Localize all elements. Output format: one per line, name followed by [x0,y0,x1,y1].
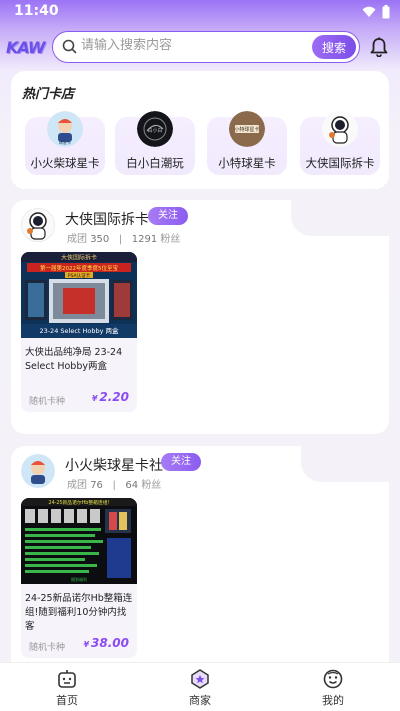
nav-store[interactable]: 商家 [160,669,240,708]
svg-text:PSA认证卡: PSA认证卡 [68,272,91,279]
profile-icon [323,669,343,689]
svg-text:大侠国际拆卡: 大侠国际拆卡 [61,254,97,262]
search-button[interactable]: 搜索 [312,35,356,59]
store-avatar [21,208,55,242]
svg-text:小特球星卡: 小特球星卡 [234,126,259,133]
store-name: 小火柴球星卡社 [65,458,163,474]
product-type: 随机卡种 [29,397,66,407]
status-bar: 11:40 [0,0,400,24]
product-image: 24-25新品诺尔Hb整箱连组! 随到福利 [21,498,137,584]
hot-shop-item[interactable]: 小特球星卡 小特球星卡 [207,111,287,175]
store-name: 大侠国际拆卡 [65,212,149,228]
battery-icon [382,5,390,19]
search-box[interactable]: 搜索 [52,31,360,63]
hot-shop-item[interactable]: 大侠国际拆卡 [300,111,380,175]
bottom-nav: 首页 商家 我的 [0,662,400,711]
shop-avatar: 球星卡 [47,111,83,147]
app-logo: KAW [6,38,46,57]
product-price: ¥38.00 [83,636,129,650]
follow-button[interactable]: 关注 [161,453,201,471]
status-time: 11:40 [14,3,59,19]
hot-shop-item[interactable]: 球星卡 小火柴球星卡 [25,111,105,175]
store-card[interactable]: 大侠国际拆卡 关注 成团 350 | 1291 粉丝 大侠国际拆卡 第一届第20… [11,200,389,434]
svg-text:球星卡: 球星卡 [59,139,71,145]
store-stats: 成团 350 | 1291 粉丝 [67,234,181,245]
svg-text:白小白: 白小白 [147,127,162,134]
hot-shops-title: 热门卡店 [22,83,75,103]
product-title: 24-25新品诺尔Hb整箱连组!随到福利10分钟内找客 [25,593,133,632]
hot-shop-name: 大侠国际拆卡 [305,156,375,170]
svg-text:第一届第2022年度季度5位至宝: 第一届第2022年度季度5位至宝 [40,264,118,272]
store-icon [191,669,209,689]
svg-text:24-25新品诺尔Hb整箱连组!: 24-25新品诺尔Hb整箱连组! [49,499,110,506]
search-icon [62,39,77,54]
nav-profile-label: 我的 [322,694,344,707]
hot-shop-item[interactable]: 白小白 白小白潮玩 [115,111,195,175]
shop-avatar: 小特球星卡 [229,111,265,147]
nav-store-label: 商家 [189,694,211,707]
product-title: 大侠出品纯净局 23-24 Select Hobby两盒 [25,347,123,372]
shop-avatar: 白小白 [137,111,173,147]
status-icons [362,5,390,19]
product-card[interactable]: 大侠国际拆卡 第一届第2022年度季度5位至宝 PSA认证卡 23-24 Sel… [21,252,137,412]
nav-home[interactable]: 首页 [27,669,107,708]
hot-shop-name: 小特球星卡 [218,156,276,170]
product-card[interactable]: 24-25新品诺尔Hb整箱连组! 随到福利 24-25新品诺尔Hb整箱连组!随到… [21,498,137,658]
store-card[interactable]: 小火柴球星卡社 关注 成团 76 | 64 粉丝 24-25新品诺尔Hb整箱连组… [11,446,389,662]
product-price: ¥2.20 [91,390,129,404]
follow-button[interactable]: 关注 [148,207,188,225]
svg-text:23-24 Select Hobby 两盒: 23-24 Select Hobby 两盒 [39,326,119,335]
svg-text:随到福利: 随到福利 [71,576,87,582]
header: KAW 搜索 [0,30,400,64]
store-stats: 成团 76 | 64 粉丝 [67,480,162,491]
hot-shops-card: 热门卡店 球星卡 小火柴球星卡 白小白 白小白潮玩 小特球星卡 小特球星卡 大侠… [11,71,389,189]
hot-shop-name: 小火柴球星卡 [30,156,100,170]
hot-shop-name: 白小白潮玩 [126,156,184,170]
nav-profile[interactable]: 我的 [293,669,373,708]
search-input[interactable] [81,38,281,53]
product-image: 大侠国际拆卡 第一届第2022年度季度5位至宝 PSA认证卡 23-24 Sel… [21,252,137,338]
nav-home-label: 首页 [56,694,78,707]
product-type: 随机卡种 [29,643,66,653]
wifi-icon [362,6,376,17]
shop-avatar [322,111,358,147]
store-avatar [21,454,55,488]
bell-icon[interactable] [370,37,388,57]
home-icon [58,670,76,688]
